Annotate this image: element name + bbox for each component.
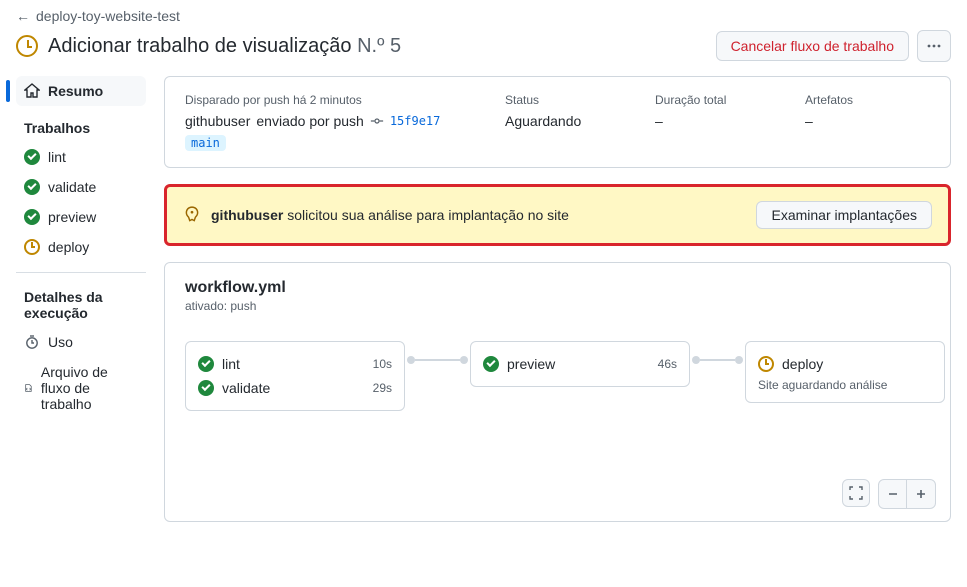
job-name: preview xyxy=(507,356,555,372)
sidebar-job-deploy[interactable]: deploy xyxy=(16,232,146,262)
job-name: deploy xyxy=(782,356,823,372)
stopwatch-icon xyxy=(24,334,40,350)
check-circle-icon xyxy=(24,149,40,165)
graph-connector-line xyxy=(700,359,735,361)
artifacts-value: – xyxy=(805,113,915,129)
review-banner: githubuser solicitou sua análise para im… xyxy=(164,184,951,246)
check-circle-icon xyxy=(483,356,499,372)
summary-card: Disparado por push há 2 minutos githubus… xyxy=(164,76,951,168)
job-name: validate xyxy=(222,380,270,396)
sidebar-item-label: lint xyxy=(48,149,66,165)
branch-tag[interactable]: main xyxy=(185,135,226,151)
check-circle-icon xyxy=(24,179,40,195)
job-subtitle: Site aguardando análise xyxy=(758,378,932,392)
run-title: Adicionar trabalho de visualização N.º 5 xyxy=(48,35,401,58)
workflow-graph-card: workflow.yml ativado: push lint 10s vali… xyxy=(164,262,951,522)
file-icon xyxy=(24,380,33,396)
fit-to-screen-button[interactable] xyxy=(842,479,870,507)
status-label: Status xyxy=(505,93,615,107)
graph-connector-line xyxy=(415,359,460,361)
zoom-in-button[interactable] xyxy=(907,480,935,508)
job-name: lint xyxy=(222,356,240,372)
clock-icon xyxy=(758,356,774,372)
plus-icon xyxy=(915,488,927,500)
sidebar-job-lint[interactable]: lint xyxy=(16,142,146,172)
status-value: Aguardando xyxy=(505,113,615,129)
minus-icon xyxy=(887,488,899,500)
job-duration: 29s xyxy=(373,381,392,395)
job-duration: 10s xyxy=(373,357,392,371)
job-node-preview[interactable]: preview 46s xyxy=(470,341,690,387)
graph-connector-dot xyxy=(460,356,468,364)
clock-icon xyxy=(16,35,38,57)
job-node-deploy[interactable]: deploy Site aguardando análise xyxy=(745,341,945,403)
back-label: deploy-toy-website-test xyxy=(36,8,180,24)
commit-sha-link[interactable]: 15f9e17 xyxy=(390,114,441,128)
fullscreen-icon xyxy=(849,486,863,500)
check-circle-icon xyxy=(198,380,214,396)
divider xyxy=(16,272,146,273)
main-content: Disparado por push há 2 minutos githubus… xyxy=(164,76,951,522)
home-icon xyxy=(24,83,40,99)
sidebar-item-label: deploy xyxy=(48,239,89,255)
sidebar-item-label: validate xyxy=(48,179,96,195)
sidebar-item-summary[interactable]: Resumo xyxy=(16,76,146,106)
sidebar-item-label: Arquivo de fluxo de trabalho xyxy=(41,364,138,412)
sidebar: Resumo Trabalhos lint validate preview d… xyxy=(16,76,146,522)
cancel-workflow-button[interactable]: Cancelar fluxo de trabalho xyxy=(716,31,909,61)
review-text: githubuser solicitou sua análise para im… xyxy=(211,207,569,223)
job-group-node-1[interactable]: lint 10s validate 29s xyxy=(185,341,405,411)
arrow-left-icon: ← xyxy=(16,8,30,24)
zoom-out-button[interactable] xyxy=(879,480,907,508)
sidebar-item-label: Uso xyxy=(48,334,73,350)
author-link[interactable]: githubuser xyxy=(185,113,250,129)
workflow-filename: workflow.yml xyxy=(185,279,930,297)
sidebar-item-workflow-file[interactable]: Arquivo de fluxo de trabalho xyxy=(16,357,146,419)
job-duration: 46s xyxy=(658,357,677,371)
kebab-icon xyxy=(926,38,942,54)
trigger-suffix: enviado por push xyxy=(256,113,363,129)
run-number: N.º 5 xyxy=(357,35,401,57)
back-link[interactable]: ← deploy-toy-website-test xyxy=(16,8,180,24)
sidebar-details-heading: Detalhes da execução xyxy=(16,275,146,327)
rocket-icon xyxy=(183,206,201,224)
artifacts-label: Artefatos xyxy=(805,93,915,107)
workflow-trigger: ativado: push xyxy=(185,299,930,313)
duration-value: – xyxy=(655,113,765,129)
sidebar-job-preview[interactable]: preview xyxy=(16,202,146,232)
sidebar-item-label: preview xyxy=(48,209,96,225)
review-deployments-button[interactable]: Examinar implantações xyxy=(756,201,932,229)
commit-icon xyxy=(370,114,384,128)
check-circle-icon xyxy=(24,209,40,225)
graph-connector-dot xyxy=(735,356,743,364)
clock-icon xyxy=(24,239,40,255)
check-circle-icon xyxy=(198,356,214,372)
sidebar-item-label: Resumo xyxy=(48,83,103,99)
sidebar-job-validate[interactable]: validate xyxy=(16,172,146,202)
trigger-label: Disparado por push há 2 minutos xyxy=(185,93,465,107)
sidebar-jobs-heading: Trabalhos xyxy=(16,106,146,142)
graph-connector-dot xyxy=(692,356,700,364)
more-actions-button[interactable] xyxy=(917,30,951,62)
duration-label: Duração total xyxy=(655,93,765,107)
sidebar-item-usage[interactable]: Uso xyxy=(16,327,146,357)
graph-connector-dot xyxy=(407,356,415,364)
